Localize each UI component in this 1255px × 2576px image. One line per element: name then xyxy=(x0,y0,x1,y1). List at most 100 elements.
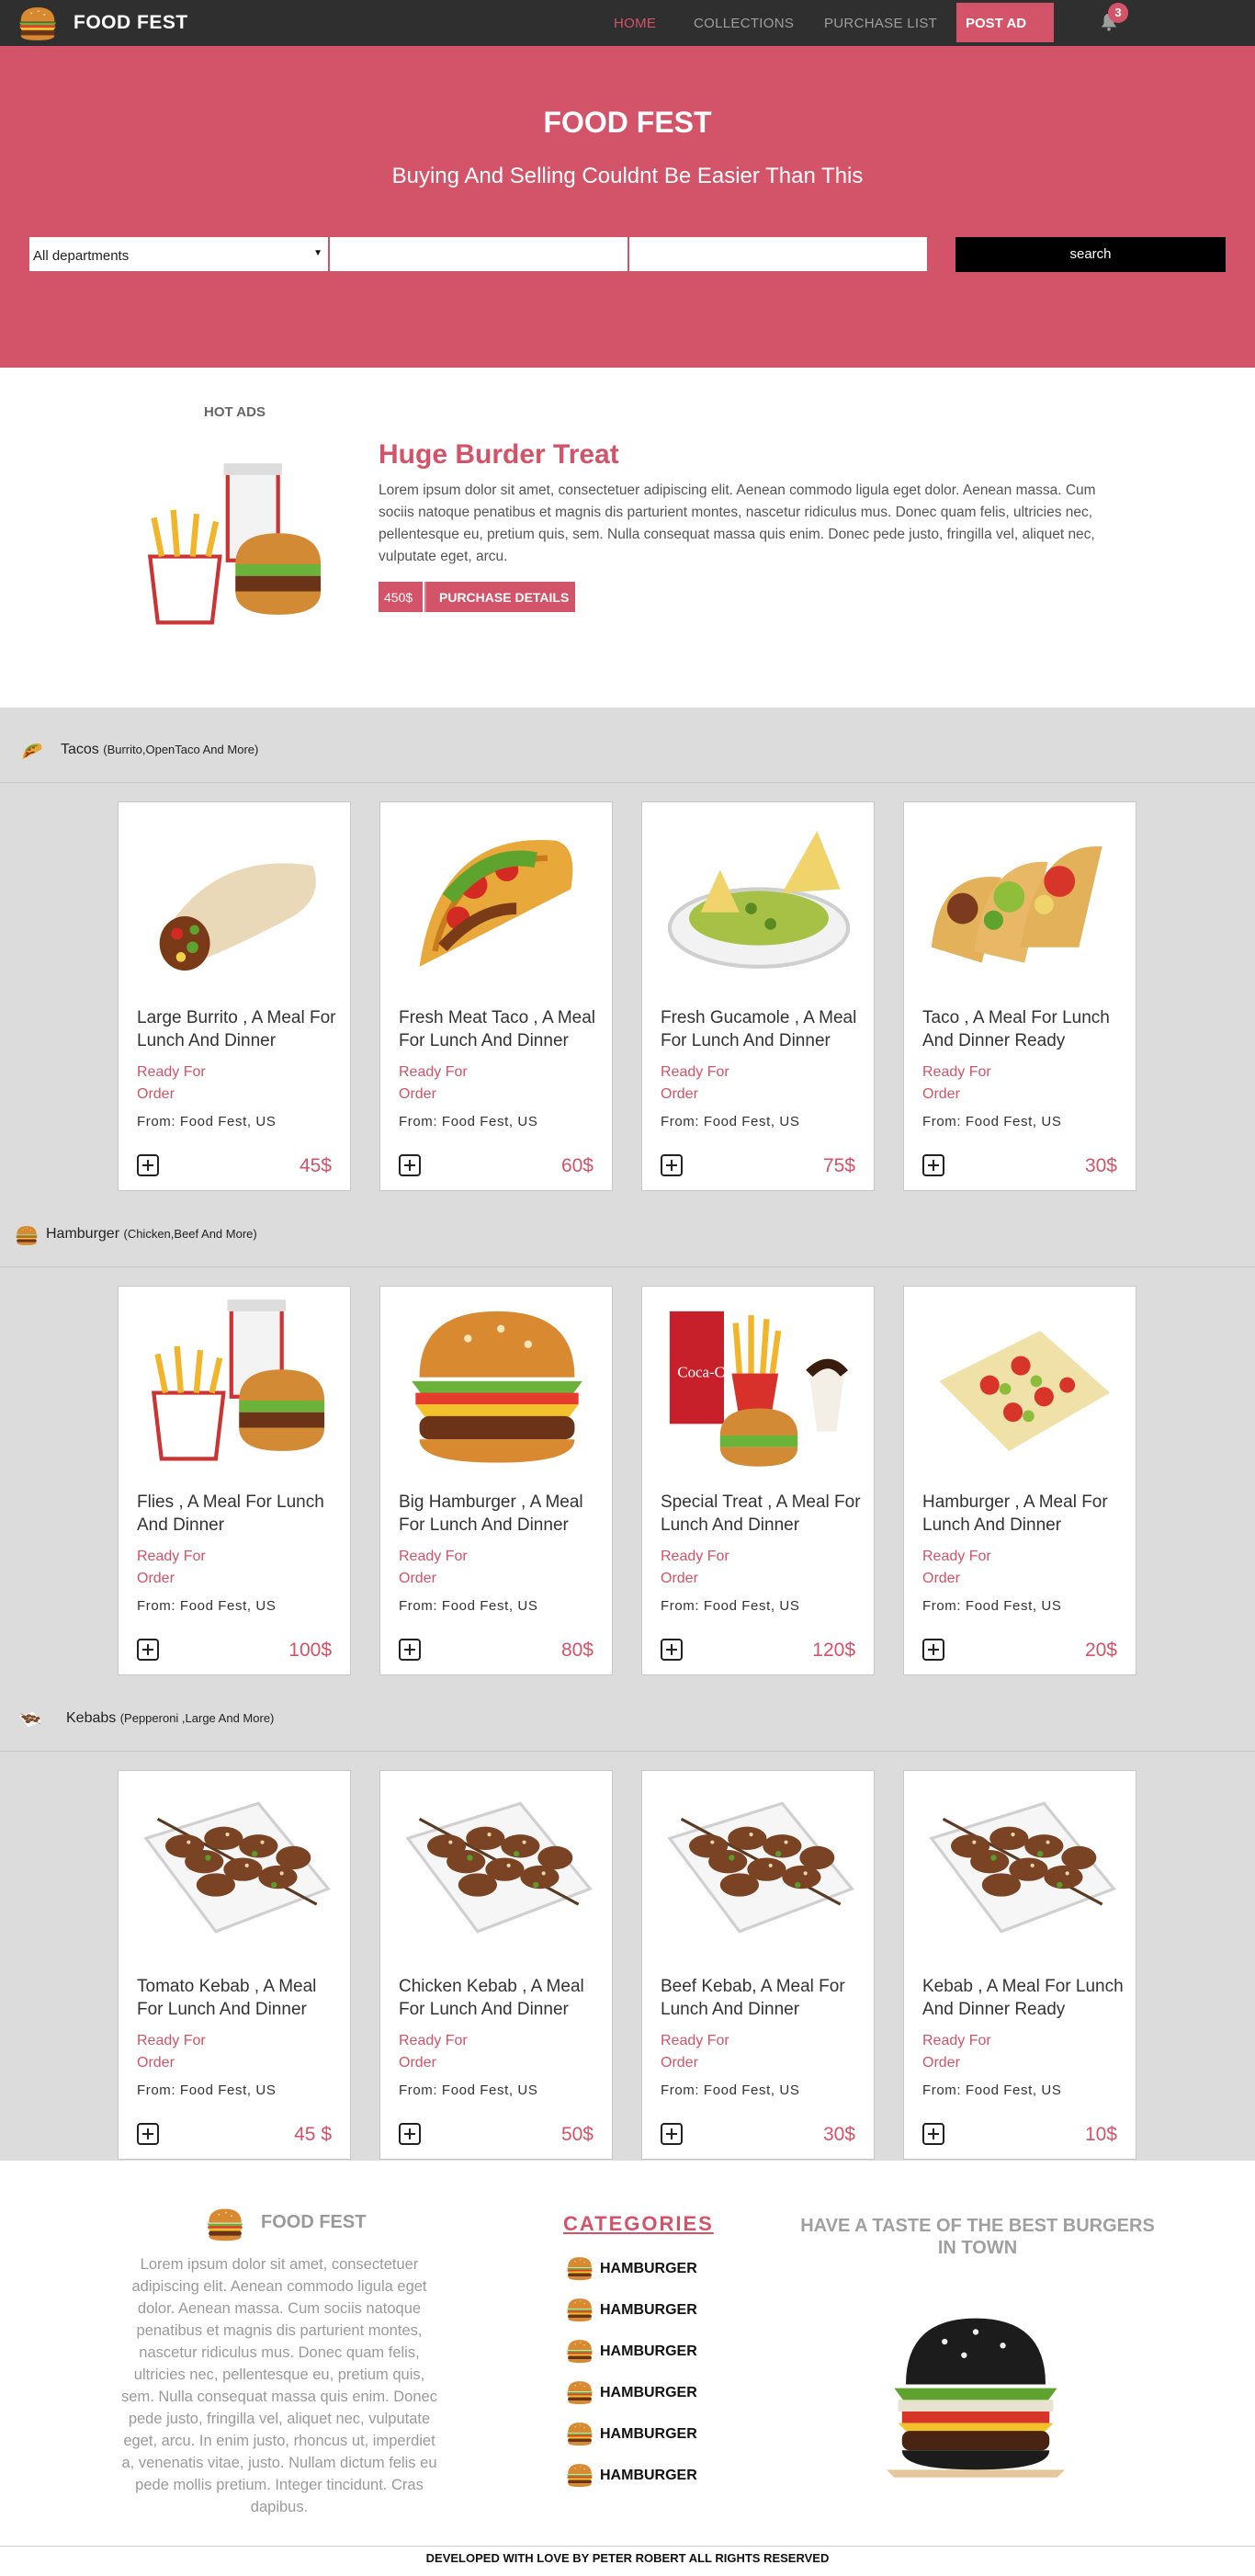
product-card[interactable]: Chicken Kebab , A Meal For Lunch And Din… xyxy=(379,1770,613,2160)
burger-logo-icon[interactable] xyxy=(204,2206,246,2242)
product-card[interactable]: Tomato Kebab , A Meal For Lunch And Dinn… xyxy=(118,1770,351,2160)
add-to-cart-icon[interactable] xyxy=(399,2123,421,2145)
footer-tagline: HAVE A TASTE OF THE BEST BURGERS IN TOWN xyxy=(800,2216,1155,2258)
product-card[interactable]: Flies , A Meal For Lunch And Dinner Read… xyxy=(118,1286,351,1675)
add-to-cart-icon[interactable] xyxy=(922,1154,944,1176)
product-title[interactable]: Tomato Kebab , A Meal For Lunch And Dinn… xyxy=(137,1975,339,2021)
add-to-cart-icon[interactable] xyxy=(922,2123,944,2145)
product-origin: From: Food Fest, US xyxy=(922,2082,1062,2098)
footer-brand[interactable]: FOOD FEST xyxy=(261,2212,366,2233)
department-select[interactable]: All departments ▼ xyxy=(29,237,328,271)
add-to-cart-icon[interactable] xyxy=(399,1639,421,1661)
search-button[interactable]: search xyxy=(955,237,1226,272)
burger-icon xyxy=(13,1224,40,1246)
product-price: 50$ xyxy=(560,2124,594,2145)
category-title[interactable]: Tacos (Burrito,OpenTaco And More) xyxy=(61,742,258,758)
burger-icon xyxy=(565,2337,594,2365)
product-title[interactable]: Fresh Gucamole , A Meal For Lunch And Di… xyxy=(661,1006,863,1052)
search-input-1[interactable] xyxy=(330,237,628,271)
product-title[interactable]: Large Burrito , A Meal For Lunch And Din… xyxy=(137,1006,339,1052)
footer-category-label[interactable]: HAMBURGER xyxy=(600,2426,697,2443)
footer-category-item[interactable]: HAMBURGER xyxy=(565,2459,749,2491)
product-title[interactable]: Kebab , A Meal For Lunch And Dinner Read… xyxy=(922,1975,1125,2021)
footer-category-label[interactable]: HAMBURGER xyxy=(600,2385,697,2401)
product-card[interactable]: Special Treat , A Meal For Lunch And Din… xyxy=(641,1286,875,1675)
footer-category-item[interactable]: HAMBURGER xyxy=(565,2377,749,2408)
kebab-image[interactable] xyxy=(904,1780,1137,1955)
kebab-image[interactable] xyxy=(380,1780,614,1955)
add-to-cart-icon[interactable] xyxy=(399,1154,421,1176)
kebab-image[interactable] xyxy=(119,1780,352,1955)
product-origin: From: Food Fest, US xyxy=(137,1598,277,1614)
tacos-row-image[interactable] xyxy=(904,811,1137,986)
brand-name[interactable]: FOOD FEST xyxy=(73,12,188,34)
product-origin: From: Food Fest, US xyxy=(399,2082,538,2098)
product-card[interactable]: Big Hamburger , A Meal For Lunch And Din… xyxy=(379,1286,613,1675)
add-to-cart-icon[interactable] xyxy=(661,1639,683,1661)
product-card[interactable]: Kebab , A Meal For Lunch And Dinner Read… xyxy=(903,1770,1136,2160)
footer-category-label[interactable]: HAMBURGER xyxy=(600,2261,697,2277)
nav-collections[interactable]: COLLECTIONS xyxy=(694,16,794,31)
add-to-cart-icon[interactable] xyxy=(661,1154,683,1176)
add-to-cart-icon[interactable] xyxy=(137,1639,159,1661)
combo-meal-image[interactable] xyxy=(119,1296,352,1470)
product-title[interactable]: Flies , A Meal For Lunch And Dinner xyxy=(137,1491,339,1537)
footer-categories-title: CATEGORIES xyxy=(563,2212,714,2235)
product-card[interactable]: Fresh Gucamole , A Meal For Lunch And Di… xyxy=(641,801,875,1191)
guacamole-image[interactable] xyxy=(642,811,876,986)
product-title[interactable]: Beef Kebab, A Meal For Lunch And Dinner xyxy=(661,1975,863,2021)
product-origin: From: Food Fest, US xyxy=(399,1598,538,1614)
category-header: Kebabs (Pepperoni ,Large And More) xyxy=(0,1676,1255,1752)
footer-category-item[interactable]: HAMBURGER xyxy=(565,2253,749,2284)
flatbread-image[interactable] xyxy=(904,1296,1137,1470)
product-price: 20$ xyxy=(1084,1640,1117,1661)
product-title[interactable]: Fresh Meat Taco , A Meal For Lunch And D… xyxy=(399,1006,601,1052)
product-card[interactable]: Beef Kebab, A Meal For Lunch And Dinner … xyxy=(641,1770,875,2160)
burger-logo-icon[interactable] xyxy=(17,4,59,42)
product-price: 45 $ xyxy=(294,2124,332,2145)
category-title[interactable]: Kebabs (Pepperoni ,Large And More) xyxy=(66,1710,274,1727)
product-price: 60$ xyxy=(560,1155,594,1176)
footer-category-item[interactable]: HAMBURGER xyxy=(565,2335,749,2366)
footer-category-label[interactable]: HAMBURGER xyxy=(600,2302,697,2319)
product-card[interactable]: Taco , A Meal For Lunch And Dinner Ready… xyxy=(903,801,1136,1191)
big-burger-image[interactable] xyxy=(380,1296,614,1470)
add-to-cart-icon[interactable] xyxy=(137,1154,159,1176)
product-status: Ready For Order xyxy=(137,2033,206,2071)
search-input-2[interactable] xyxy=(629,237,927,271)
hero-title: FOOD FEST xyxy=(543,106,712,139)
footer-category-label[interactable]: HAMBURGER xyxy=(600,2468,697,2484)
product-status: Ready For Order xyxy=(661,2033,729,2071)
product-price: 100$ xyxy=(288,1640,332,1661)
add-to-cart-icon[interactable] xyxy=(922,1639,944,1661)
taco-image[interactable] xyxy=(380,811,614,986)
cola-meal-image[interactable] xyxy=(642,1296,876,1470)
burrito-image[interactable] xyxy=(119,811,352,986)
hot-ad-title[interactable]: Huge Burder Treat xyxy=(379,439,619,471)
purchase-details-button[interactable]: PURCHASE DETAILS xyxy=(424,582,575,612)
product-card[interactable]: Fresh Meat Taco , A Meal For Lunch And D… xyxy=(379,801,613,1191)
product-title[interactable]: Hamburger , A Meal For Lunch And Dinner xyxy=(922,1491,1125,1537)
product-price: 10$ xyxy=(1084,2124,1117,2145)
product-origin: From: Food Fest, US xyxy=(922,1598,1062,1614)
product-title[interactable]: Big Hamburger , A Meal For Lunch And Din… xyxy=(399,1491,601,1537)
product-title[interactable]: Chicken Kebab , A Meal For Lunch And Din… xyxy=(399,1975,601,2021)
add-to-cart-icon[interactable] xyxy=(661,2123,683,2145)
footer-category-label[interactable]: HAMBURGER xyxy=(600,2343,697,2360)
category-title[interactable]: Hamburger (Chicken,Beef And More) xyxy=(46,1226,257,1243)
nav-home[interactable]: HOME xyxy=(614,16,656,31)
product-card[interactable]: Large Burrito , A Meal For Lunch And Din… xyxy=(118,801,351,1191)
hot-ad-image[interactable] xyxy=(123,460,340,634)
product-card[interactable]: Hamburger , A Meal For Lunch And Dinner … xyxy=(903,1286,1136,1675)
product-title[interactable]: Taco , A Meal For Lunch And Dinner Ready xyxy=(922,1006,1125,1052)
kebab-image[interactable] xyxy=(642,1780,876,1955)
add-to-cart-icon[interactable] xyxy=(137,2123,159,2145)
product-title[interactable]: Special Treat , A Meal For Lunch And Din… xyxy=(661,1491,863,1537)
product-status: Ready For Order xyxy=(399,1549,468,1586)
post-ad-button[interactable]: POST AD xyxy=(956,3,1054,42)
nav-purchase-list[interactable]: PURCHASE LIST xyxy=(824,16,937,31)
taco-icon xyxy=(18,740,46,762)
footer-divider xyxy=(0,2546,1255,2547)
footer-category-item[interactable]: HAMBURGER xyxy=(565,2294,749,2325)
footer-category-item[interactable]: HAMBURGER xyxy=(565,2418,749,2449)
